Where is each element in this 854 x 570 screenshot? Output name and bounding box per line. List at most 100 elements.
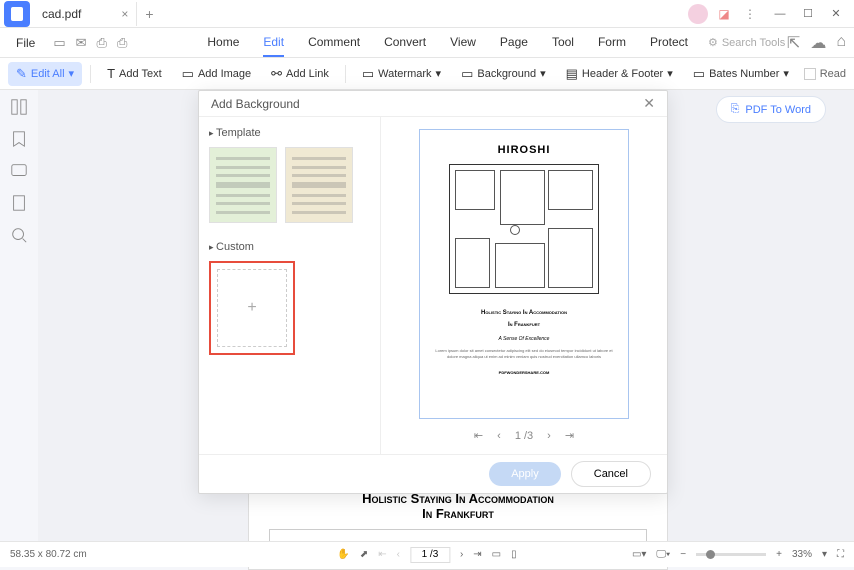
file-menu[interactable]: File bbox=[8, 36, 43, 50]
apply-button[interactable]: Apply bbox=[489, 462, 561, 486]
read-checkbox[interactable] bbox=[804, 68, 816, 80]
display-mode-icon[interactable]: 🖵▾ bbox=[656, 549, 670, 560]
read-label: Read bbox=[820, 68, 846, 80]
menu-comment[interactable]: Comment bbox=[308, 29, 360, 57]
add-text-button[interactable]: T Add Text bbox=[99, 62, 170, 85]
template-section-label[interactable]: Template bbox=[209, 127, 370, 139]
image-icon: ▭ bbox=[182, 66, 194, 82]
document-canvas: ⎘ PDF To Word Holistic Staying In Accomm… bbox=[38, 90, 854, 541]
custom-background-add[interactable]: + bbox=[209, 261, 295, 355]
share-icon[interactable]: ⇱ bbox=[787, 33, 800, 53]
hand-tool-icon[interactable]: ✋ bbox=[337, 549, 349, 560]
thumbnails-icon[interactable] bbox=[10, 98, 28, 116]
doc-title2: In Frankfurt bbox=[269, 506, 647, 521]
user-avatar-icon[interactable] bbox=[688, 4, 708, 24]
dialog-header: Add Background ✕ bbox=[199, 91, 667, 117]
bates-number-button[interactable]: ▭ Bates Number ▾ bbox=[685, 62, 797, 86]
zoom-in-button[interactable]: + bbox=[776, 549, 782, 560]
attachment-icon[interactable] bbox=[10, 194, 28, 212]
more-icon[interactable]: ⋮ bbox=[740, 4, 760, 24]
menu-protect[interactable]: Protect bbox=[650, 29, 688, 57]
page-preview: HIROSHI Holistic Staying In Accommodatio… bbox=[419, 129, 629, 419]
notification-icon[interactable]: ◪ bbox=[714, 4, 734, 24]
edit-toolbar: ✎ Edit All ▾ T Add Text ▭ Add Image ⚯ Ad… bbox=[0, 58, 854, 90]
pager-first-button[interactable]: ⇤ bbox=[474, 429, 483, 442]
maximize-button[interactable]: ☐ bbox=[794, 2, 822, 26]
dialog-title: Add Background bbox=[211, 97, 300, 111]
home-icon[interactable]: ⌂ bbox=[836, 33, 846, 53]
bookmark-icon[interactable] bbox=[10, 130, 28, 148]
fit-width-icon[interactable]: ▭ bbox=[492, 549, 501, 560]
print2-icon[interactable]: ⎙ bbox=[117, 35, 127, 51]
template-option-2[interactable] bbox=[285, 147, 353, 223]
template-option-1[interactable] bbox=[209, 147, 277, 223]
select-tool-icon[interactable]: ⬈ bbox=[360, 549, 368, 560]
dialog-close-button[interactable]: ✕ bbox=[643, 95, 655, 112]
document-tab[interactable]: cad.pdf × bbox=[34, 2, 137, 26]
menu-edit[interactable]: Edit bbox=[263, 29, 284, 57]
zoom-slider[interactable] bbox=[696, 553, 766, 556]
edit-all-button[interactable]: ✎ Edit All ▾ bbox=[8, 62, 82, 86]
menu-view[interactable]: View bbox=[450, 29, 476, 57]
chevron-down-icon: ▾ bbox=[783, 67, 789, 80]
cancel-button[interactable]: Cancel bbox=[571, 461, 651, 487]
mail-icon[interactable]: ✉ bbox=[76, 35, 87, 51]
first-page-button[interactable]: ⇤ bbox=[378, 549, 386, 560]
bates-icon: ▭ bbox=[693, 66, 705, 82]
add-tab-button[interactable]: + bbox=[137, 6, 161, 22]
menu-page[interactable]: Page bbox=[500, 29, 528, 57]
custom-section-label[interactable]: Custom bbox=[209, 241, 370, 253]
background-button[interactable]: ▭ Background ▾ bbox=[453, 62, 554, 86]
menu-home[interactable]: Home bbox=[207, 29, 239, 57]
preview-subtitle2: In Frankfurt bbox=[508, 322, 540, 328]
fit-page-icon[interactable]: ▯ bbox=[511, 549, 517, 560]
chevron-down-icon: ▾ bbox=[436, 67, 442, 80]
menu-convert[interactable]: Convert bbox=[384, 29, 426, 57]
left-sidebar bbox=[0, 90, 38, 541]
pdf-to-word-button[interactable]: ⎘ PDF To Word bbox=[716, 96, 826, 123]
page-number-input[interactable] bbox=[410, 547, 450, 563]
search-panel-icon[interactable] bbox=[10, 226, 28, 244]
pager-indicator: 1 /3 bbox=[515, 430, 533, 442]
pager-next-button[interactable]: › bbox=[547, 430, 551, 442]
chevron-down-icon[interactable]: ▾ bbox=[822, 549, 827, 560]
dialog-footer: Apply Cancel bbox=[199, 454, 667, 493]
last-page-button[interactable]: ⇥ bbox=[473, 549, 481, 560]
dialog-left-panel: Template Custom + bbox=[199, 117, 381, 454]
next-page-button[interactable]: › bbox=[460, 549, 463, 560]
floorplan-graphic bbox=[449, 164, 599, 294]
add-background-dialog: Add Background ✕ Template Custom bbox=[198, 90, 668, 494]
search-tools[interactable]: ⚙ Search Tools bbox=[708, 36, 785, 49]
close-tab-icon[interactable]: × bbox=[121, 7, 128, 21]
add-link-button[interactable]: ⚯ Add Link bbox=[263, 62, 337, 86]
search-icon: ⚙ bbox=[708, 36, 718, 49]
watermark-button[interactable]: ▭ Watermark ▾ bbox=[354, 62, 449, 86]
menubar: File ▭ ✉ ⎙ ⎙ Home Edit Comment Convert V… bbox=[0, 28, 854, 58]
header-footer-button[interactable]: ▤ Header & Footer ▾ bbox=[558, 62, 681, 86]
app-icon[interactable] bbox=[4, 1, 30, 27]
watermark-icon: ▭ bbox=[362, 66, 374, 82]
pager-prev-button[interactable]: ‹ bbox=[497, 430, 501, 442]
menu-tool[interactable]: Tool bbox=[552, 29, 574, 57]
pager-last-button[interactable]: ⇥ bbox=[565, 429, 574, 442]
prev-page-button[interactable]: ‹ bbox=[397, 549, 400, 560]
zoom-level[interactable]: 33% bbox=[792, 549, 812, 560]
main-menu: Home Edit Comment Convert View Page Tool… bbox=[207, 29, 688, 57]
fullscreen-icon[interactable]: ⛶ bbox=[837, 549, 844, 560]
print-icon[interactable]: ⎙ bbox=[97, 35, 107, 51]
add-image-button[interactable]: ▭ Add Image bbox=[174, 62, 260, 86]
save-icon[interactable]: ▭ bbox=[53, 35, 65, 51]
comment-icon[interactable] bbox=[10, 162, 28, 180]
word-icon: ⎘ bbox=[731, 103, 740, 116]
minimize-button[interactable]: — bbox=[766, 2, 794, 26]
view-mode-icon[interactable]: ▭▾ bbox=[632, 549, 646, 560]
zoom-out-button[interactable]: − bbox=[680, 549, 686, 560]
search-placeholder: Search Tools bbox=[722, 37, 785, 49]
header-footer-icon: ▤ bbox=[566, 66, 578, 82]
cloud-icon[interactable]: ☁ bbox=[810, 33, 826, 53]
close-window-button[interactable]: ✕ bbox=[822, 2, 850, 26]
preview-tagline: A Sense Of Excellence bbox=[499, 336, 550, 342]
chevron-down-icon: ▾ bbox=[540, 67, 546, 80]
titlebar: cad.pdf × + ◪ ⋮ — ☐ ✕ bbox=[0, 0, 854, 28]
menu-form[interactable]: Form bbox=[598, 29, 626, 57]
